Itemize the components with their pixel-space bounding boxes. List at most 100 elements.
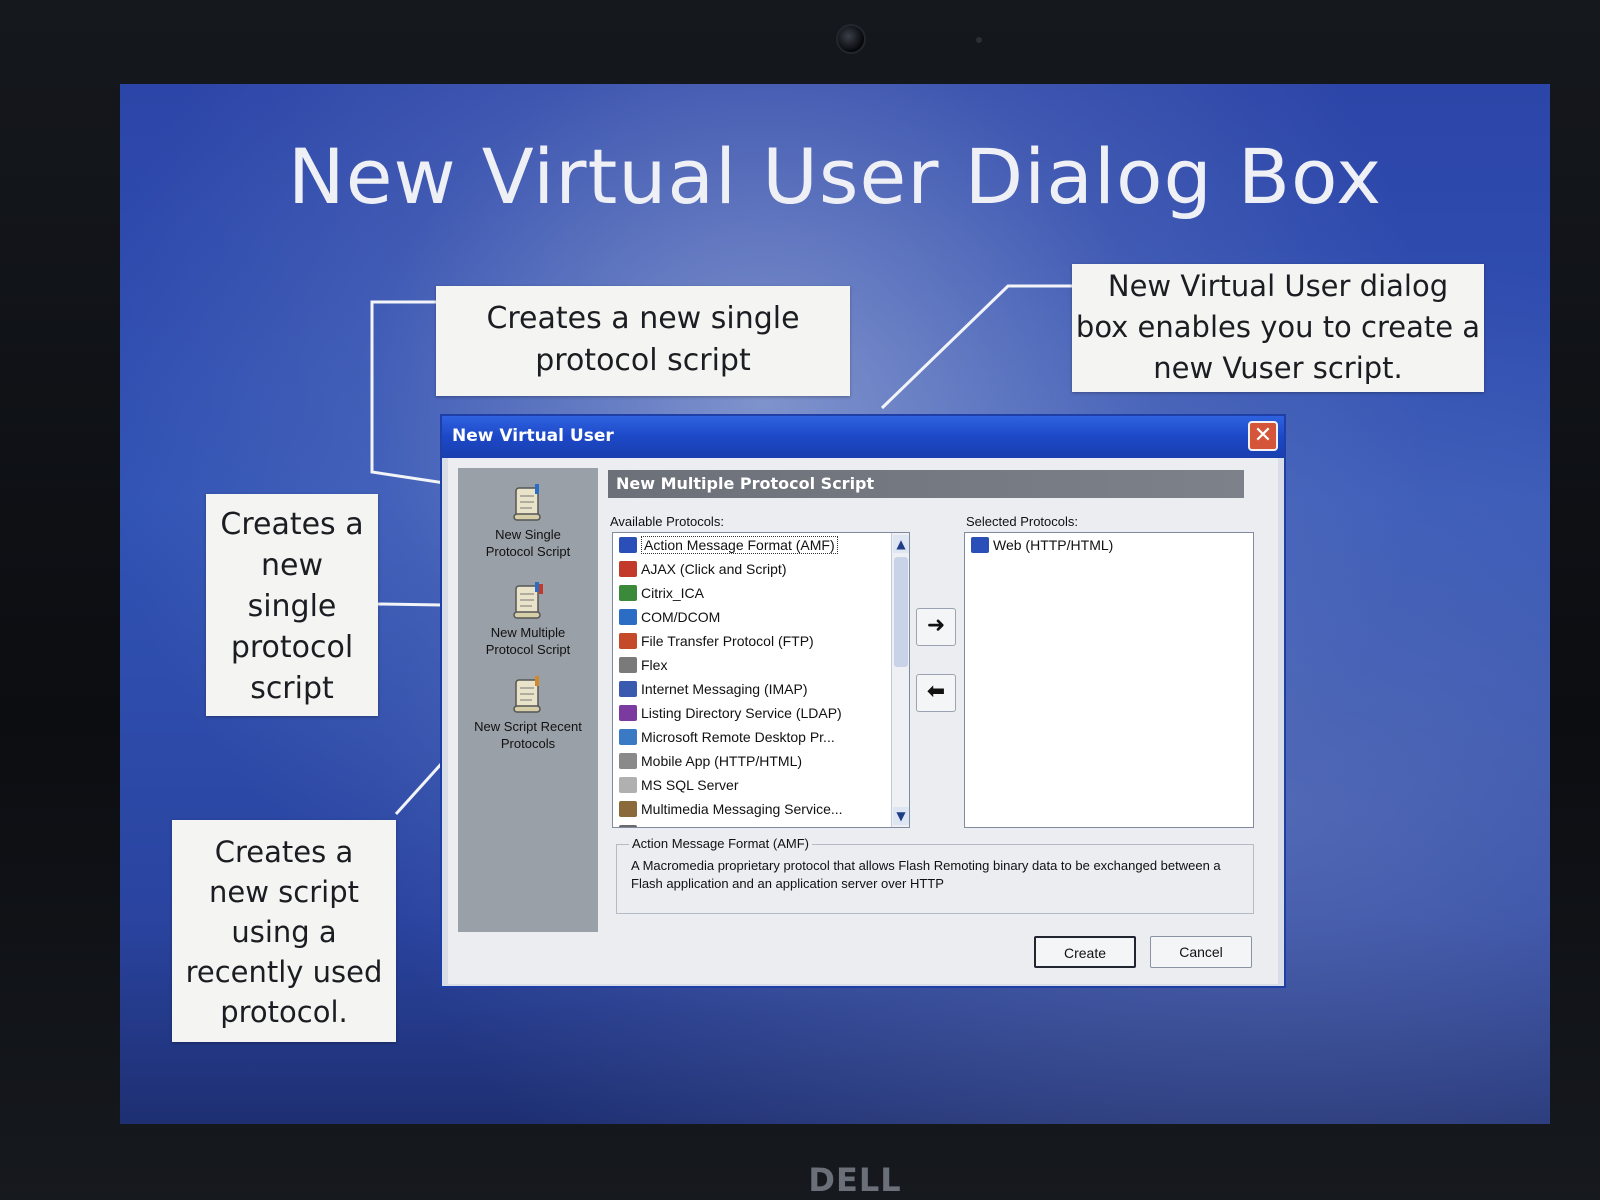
new-script-recent-protocols-button[interactable]: New Script Recent Protocols [458, 674, 598, 752]
create-button[interactable]: Create [1034, 936, 1136, 968]
available-protocols-list[interactable]: Action Message Format (AMF) AJAX (Click a… [612, 532, 910, 828]
callout-line: protocol script [535, 343, 751, 378]
dialog-client-area: New Single Protocol Script New Multiple … [448, 458, 1278, 984]
protocol-list-item[interactable]: Mobile App (HTTP/HTML) [613, 749, 909, 773]
protocol-icon [619, 609, 637, 625]
callout-line: new script [209, 875, 359, 909]
protocol-icon [619, 585, 637, 601]
callout-line: protocol. [220, 995, 348, 1029]
callout-single-protocol-left: Creates a new single protocol script [206, 494, 378, 716]
close-button[interactable]: ✕ [1248, 421, 1278, 451]
section-header: New Multiple Protocol Script [608, 470, 1244, 498]
add-protocol-button[interactable]: ➜ [916, 608, 956, 646]
protocol-label: ODBC [641, 825, 681, 827]
callout-single-protocol-top: Creates a new single protocol script [436, 286, 850, 396]
script-type-label: New Script Recent [474, 719, 582, 734]
script-type-label: Protocol Script [485, 544, 571, 559]
list-scrollbar[interactable]: ▲ ▼ [891, 533, 909, 827]
scroll-icon [508, 482, 548, 524]
protocol-label: Microsoft Remote Desktop Pr... [641, 729, 835, 745]
protocol-list-item[interactable]: ODBC [613, 821, 909, 827]
dell-logo: DELL [808, 1161, 902, 1199]
dialog-titlebar[interactable]: New Virtual User ✕ [442, 416, 1284, 458]
script-type-panel: New Single Protocol Script New Multiple … [458, 468, 598, 932]
presentation-slide: New Virtual User Dialog Box Creates a ne… [120, 84, 1550, 1124]
scroll-thumb[interactable] [894, 557, 908, 667]
cancel-button[interactable]: Cancel [1150, 936, 1252, 968]
callout-line: script [250, 671, 334, 706]
script-type-label: Protocol Script [485, 642, 571, 657]
script-type-label: New Single [495, 527, 561, 542]
connector-dialog-info [880, 284, 1072, 410]
new-single-protocol-script-button[interactable]: New Single Protocol Script [458, 482, 598, 560]
protocol-label: Flex [641, 657, 668, 673]
protocol-icon [619, 561, 637, 577]
callout-line: Creates a [214, 835, 354, 869]
new-virtual-user-dialog: New Virtual User ✕ New Single Protocol S… [440, 414, 1286, 988]
scroll-down-button[interactable]: ▼ [893, 807, 909, 825]
protocol-label: Internet Messaging (IMAP) [641, 681, 808, 697]
new-multiple-protocol-script-button[interactable]: New Multiple Protocol Script [458, 580, 598, 658]
protocol-label: AJAX (Click and Script) [641, 561, 787, 577]
protocol-icon [971, 537, 989, 553]
protocol-list-item[interactable]: AJAX (Click and Script) [613, 557, 909, 581]
protocol-list-item[interactable]: File Transfer Protocol (FTP) [613, 629, 909, 653]
callout-recent-protocol: Creates a new script using a recently us… [172, 820, 396, 1042]
protocol-list-item[interactable]: Listing Directory Service (LDAP) [613, 701, 909, 725]
protocol-label: Citrix_ICA [641, 585, 705, 601]
protocol-list-item[interactable]: MS SQL Server [613, 773, 909, 797]
protocol-icon [619, 633, 637, 649]
selected-protocols-label: Selected Protocols: [966, 514, 1079, 529]
protocol-list-item[interactable]: COM/DCOM [613, 605, 909, 629]
protocol-icon [619, 753, 637, 769]
scroll-icon [508, 674, 548, 716]
protocol-list-item[interactable]: Web (HTTP/HTML) [965, 533, 1253, 557]
protocol-icon [619, 801, 637, 817]
script-type-label: Protocols [500, 736, 556, 751]
callout-line: box enables you to create a [1075, 310, 1481, 344]
callout-line: using a [231, 915, 337, 949]
callout-line: single [247, 589, 337, 624]
callout-line: new Vuser script. [1153, 351, 1403, 385]
protocol-icon [619, 825, 637, 827]
scroll-icon [508, 580, 548, 622]
scroll-up-button[interactable]: ▲ [893, 535, 909, 553]
protocol-description-text: A Macromedia proprietary protocol that a… [631, 858, 1221, 891]
callout-line: Creates a new single [486, 301, 800, 336]
protocol-label: Multimedia Messaging Service... [641, 801, 843, 817]
available-protocols-label: Available Protocols: [610, 514, 724, 529]
protocol-label: Listing Directory Service (LDAP) [641, 705, 842, 721]
protocol-label: Web (HTTP/HTML) [993, 537, 1114, 553]
callout-line: new [260, 548, 323, 583]
protocol-icon [619, 537, 637, 553]
callout-dialog-info: New Virtual User dialog box enables you … [1072, 264, 1484, 392]
protocol-icon [619, 681, 637, 697]
protocol-icon [619, 657, 637, 673]
protocol-list-item[interactable]: Microsoft Remote Desktop Pr... [613, 725, 909, 749]
selected-protocols-list[interactable]: Web (HTTP/HTML) [964, 532, 1254, 828]
dialog-title: New Virtual User [452, 426, 614, 446]
protocol-list-item[interactable]: Action Message Format (AMF) [613, 533, 909, 557]
protocol-icon [619, 777, 637, 793]
protocol-label: Mobile App (HTTP/HTML) [641, 753, 803, 769]
callout-line: New Virtual User dialog [1107, 269, 1449, 303]
remove-protocol-button[interactable]: ⬅ [916, 674, 956, 712]
protocol-label: File Transfer Protocol (FTP) [641, 633, 814, 649]
callout-line: protocol [230, 630, 354, 665]
protocol-icon [619, 729, 637, 745]
webcam-light-icon [976, 37, 982, 43]
protocol-description-group: Action Message Format (AMF) A Macromedia… [616, 836, 1254, 914]
callout-line: recently used [185, 955, 383, 989]
protocol-list-item[interactable]: Internet Messaging (IMAP) [613, 677, 909, 701]
webcam-icon [836, 24, 866, 54]
protocol-description-title: Action Message Format (AMF) [629, 836, 812, 851]
protocol-list-item[interactable]: Multimedia Messaging Service... [613, 797, 909, 821]
protocol-label: MS SQL Server [641, 777, 739, 793]
protocol-list-item[interactable]: Flex [613, 653, 909, 677]
protocol-icon [619, 705, 637, 721]
callout-line: Creates a [220, 507, 364, 542]
script-type-label: New Multiple [490, 625, 566, 640]
protocol-label: COM/DCOM [641, 609, 721, 625]
protocol-list-item[interactable]: Citrix_ICA [613, 581, 909, 605]
protocol-label: Action Message Format (AMF) [641, 536, 838, 554]
